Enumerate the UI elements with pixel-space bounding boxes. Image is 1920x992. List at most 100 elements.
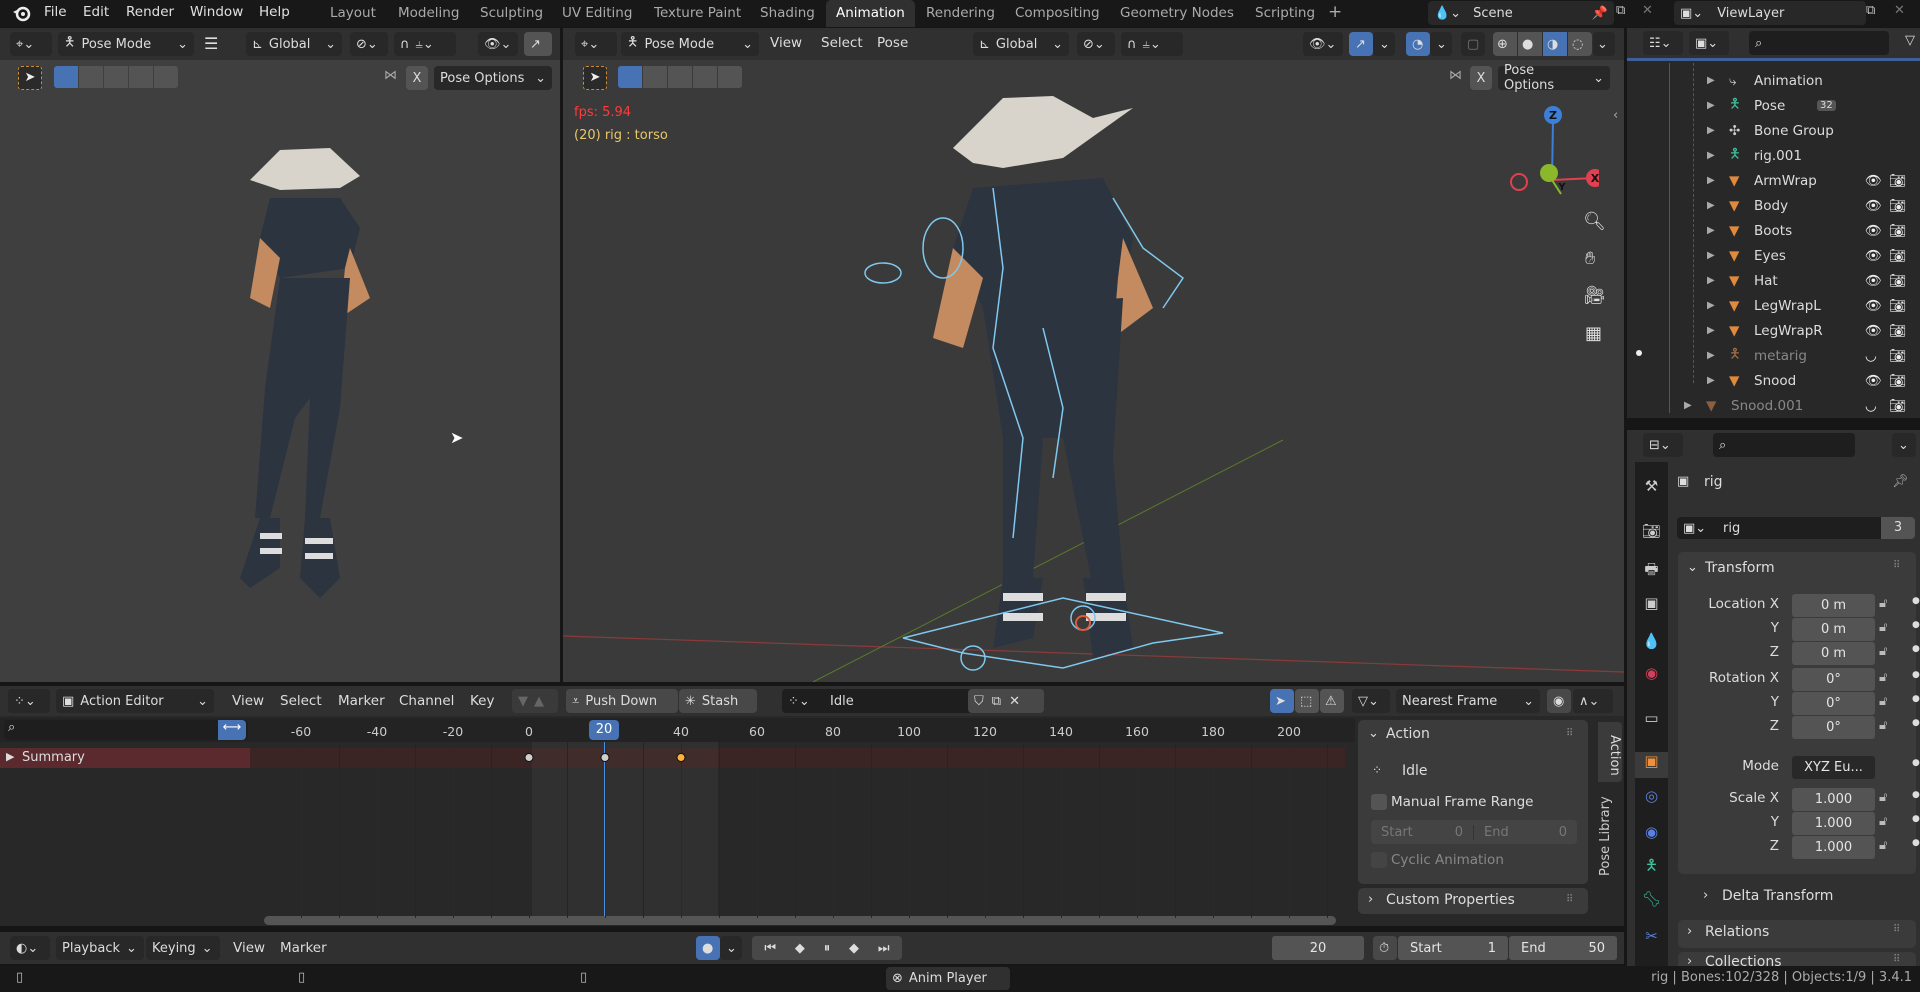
outliner-row[interactable]: ▶ ▼ Boots 👁︎ 📷︎ <box>1627 218 1917 243</box>
tab-shading[interactable]: Shading <box>760 5 815 21</box>
properties-options-dropdown[interactable]: ⌄ <box>1892 433 1916 457</box>
scale-z-field[interactable]: 1.000 <box>1792 836 1875 859</box>
push-down-button[interactable]: ⩡ Push Down <box>566 689 678 713</box>
relations-panel-title[interactable]: Relations <box>1705 924 1769 940</box>
rotation-x-field[interactable]: 0° <box>1792 668 1875 691</box>
summary-channel[interactable]: ▶ Summary <box>0 748 250 768</box>
keyframe-dot-icon[interactable]: ● <box>1912 644 1920 654</box>
add-workspace-button[interactable]: + <box>1328 2 1342 22</box>
outliner-item-name[interactable]: LegWrapR <box>1754 323 1823 339</box>
keyframe-dot-icon[interactable]: ● <box>1912 596 1920 606</box>
outliner-item-name[interactable]: Pose <box>1754 98 1785 114</box>
view-layer-icon[interactable]: ▣ <box>1635 594 1668 620</box>
mode-selector[interactable]: 🯅 Pose Mode ⌄ <box>621 32 759 56</box>
xray-toggle[interactable]: ▢ <box>1461 32 1485 56</box>
sync-visibility-toggle[interactable]: ⟷ <box>218 720 246 740</box>
eye-icon[interactable]: 👁︎ <box>1865 173 1882 189</box>
action-name-field[interactable]: Idle <box>830 694 974 709</box>
proportional-edit-toggle[interactable]: ◉ <box>1547 689 1571 713</box>
pivot-selector[interactable]: ⊘⌄ <box>1077 32 1115 56</box>
keyframe-dot-icon[interactable]: ● <box>1912 718 1920 728</box>
channel-search-input[interactable]: ⌕ <box>4 720 248 740</box>
eye-icon[interactable]: 👁︎ <box>1865 273 1882 289</box>
select-tool-icon[interactable]: ➤ <box>583 66 607 90</box>
expand-triangle-icon[interactable]: ▶ <box>1707 275 1715 286</box>
pan-hand-icon[interactable]: ✋︎ <box>1585 248 1595 269</box>
character-model-left[interactable] <box>220 138 420 618</box>
expand-triangle-icon[interactable]: ▶ <box>1707 125 1715 136</box>
snapping-selector[interactable]: Nearest Frame ⌄ <box>1396 689 1540 713</box>
menu-pose[interactable]: Pose <box>877 35 908 51</box>
expand-triangle-icon[interactable]: ▶ <box>1707 75 1715 86</box>
render-camera-icon[interactable]: 📷︎ <box>1889 273 1906 289</box>
playhead-frame-indicator[interactable]: 20 <box>589 720 619 740</box>
pose-options-dropdown[interactable]: Pose Options ⌄ <box>1498 63 1610 93</box>
tool-icon[interactable]: ⚒ <box>1635 477 1668 503</box>
render-camera-icon[interactable]: 📷︎ <box>1889 248 1906 264</box>
view-layer-selector[interactable]: ▣⌄ ViewLayer <box>1674 1 1866 25</box>
menu-marker[interactable]: Marker <box>338 693 385 709</box>
expand-triangle-icon[interactable]: ▶ <box>1707 150 1715 161</box>
display-mode-selector[interactable]: ☷⌄ <box>1643 31 1683 55</box>
outliner-item-name[interactable]: Boots <box>1754 223 1792 239</box>
properties-search-input[interactable]: ⌕ <box>1713 433 1855 457</box>
tab-uv-editing[interactable]: UV Editing <box>562 5 632 21</box>
start-frame-field[interactable]: Start 0 <box>1371 824 1474 840</box>
output-icon[interactable]: 🖶 <box>1635 559 1668 585</box>
select-subtract-icon[interactable] <box>668 66 692 88</box>
outliner-row[interactable]: ▶ ⤷ Animation <box>1627 68 1917 93</box>
keyframe-dot-icon[interactable]: ● <box>1912 790 1920 800</box>
lock-icon[interactable]: 🔓︎ <box>1879 596 1887 611</box>
sidebar-toggle-icon[interactable]: ‹ <box>1613 108 1618 123</box>
select-new-icon[interactable] <box>54 66 78 88</box>
expand-triangle-icon[interactable]: ▶ <box>1707 100 1715 111</box>
keyframe-marker[interactable] <box>676 753 686 762</box>
outliner-row[interactable]: ▶ 🯅 metarig ◡ 📷︎ <box>1627 343 1917 368</box>
keying-menu[interactable]: Keying ⌄ <box>146 936 220 960</box>
lock-icon[interactable]: 🔓︎ <box>1879 790 1887 805</box>
previous-keyframe-icon[interactable]: ◆ <box>795 941 805 956</box>
render-camera-icon[interactable]: 📷︎ <box>1889 223 1906 239</box>
chevron-down-icon[interactable]: ⌄ <box>1368 726 1379 741</box>
menu-marker[interactable]: Marker <box>280 940 327 956</box>
gizmo-toggle[interactable]: ↗ <box>1349 32 1373 56</box>
expand-triangle-icon[interactable]: ▶ <box>1707 200 1715 211</box>
transform-panel-title[interactable]: Transform <box>1705 560 1775 576</box>
object-data-armature-icon[interactable]: 🯅 <box>1635 855 1668 881</box>
keyframe-marker[interactable] <box>524 753 534 762</box>
render-icon[interactable]: 📷︎ <box>1635 522 1668 548</box>
keyframe-dot-icon[interactable]: ● <box>1912 814 1920 824</box>
outliner-row[interactable]: ▶ ✣ Bone Group <box>1627 118 1917 143</box>
outliner-row[interactable]: ▶ 🯅 rig.001 <box>1627 143 1917 168</box>
object-datablock-field[interactable]: ▣⌄ rig 3 <box>1677 517 1915 539</box>
current-frame-field[interactable]: 20 <box>1272 936 1364 960</box>
auto-keying-dropdown[interactable]: ⌄ <box>720 936 742 960</box>
playback-menu[interactable]: Playback ⌄ <box>56 936 144 960</box>
render-camera-icon[interactable]: 📷︎ <box>1889 398 1906 414</box>
outliner-item-name[interactable]: Bone Group <box>1754 123 1834 139</box>
render-camera-icon[interactable]: 📷︎ <box>1889 373 1906 389</box>
overlays-toggle[interactable]: ◔ <box>1406 32 1430 56</box>
outliner-row[interactable]: ▶ ▼ LegWrapR 👁︎ 📷︎ <box>1627 318 1917 343</box>
tab-scripting[interactable]: Scripting <box>1255 5 1315 21</box>
filter-scene-selector[interactable]: ▣⌄ <box>1689 31 1729 55</box>
hidden-eye-icon[interactable]: ◡ <box>1865 398 1877 414</box>
gizmo-z-label[interactable]: Z <box>1549 109 1557 122</box>
outliner-item-name[interactable]: Eyes <box>1754 248 1786 264</box>
perspective-grid-icon[interactable]: ▦ <box>1585 323 1602 344</box>
menu-select[interactable]: Select <box>821 35 863 51</box>
left-3d-viewport[interactable]: ⌖⌄ 🯅 Pose Mode ⌄ ☰ ⊾ Global ⌄ ⊘⌄ ∩ ⫨⌄ 👁⌄ ↗ ➤ … <box>0 28 560 682</box>
scale-x-field[interactable]: 1.000 <box>1792 788 1875 811</box>
orientation-selector[interactable]: ⊾ Global ⌄ <box>246 32 342 56</box>
menu-window[interactable]: Window <box>190 4 243 20</box>
snap-toggle[interactable]: ∩ ⫨⌄ <box>394 32 456 56</box>
chevron-down-icon[interactable]: ⌄ <box>1687 560 1698 575</box>
pivot-selector[interactable]: ⊘⌄ <box>350 32 388 56</box>
select-intersect-icon[interactable] <box>154 66 178 88</box>
rotation-mode-dropdown[interactable]: XYZ Eu... <box>1792 756 1875 779</box>
outliner-row[interactable]: ▶ ▼ Snood 👁︎ 📷︎ <box>1627 368 1917 393</box>
outliner-search-input[interactable]: ⌕ <box>1749 31 1889 55</box>
menu-channel[interactable]: Channel <box>399 693 454 709</box>
outliner-item-name[interactable]: Snood <box>1754 373 1796 389</box>
render-camera-icon[interactable]: 📷︎ <box>1889 298 1906 314</box>
